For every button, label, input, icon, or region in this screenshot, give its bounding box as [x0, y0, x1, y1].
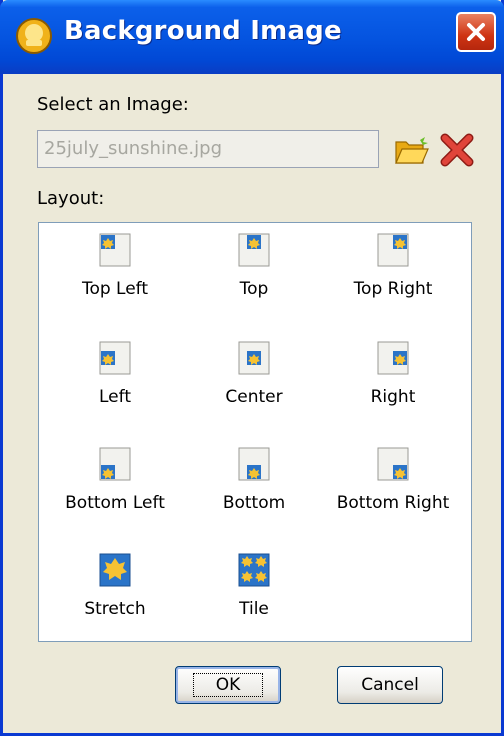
- layout-option-label: Right: [370, 387, 416, 407]
- layout-option-top-right[interactable]: Top Right: [323, 233, 463, 299]
- cancel-button[interactable]: Cancel: [337, 666, 443, 704]
- app-icon: [16, 18, 52, 54]
- layout-option-bottom-right[interactable]: Bottom Right: [323, 447, 463, 513]
- window-title: Background Image: [64, 16, 342, 46]
- align-top-left-icon: [99, 233, 131, 267]
- layout-option-stretch[interactable]: Stretch: [45, 553, 185, 619]
- layout-options-panel: Top Left Top Top Right Left Center Right…: [38, 222, 472, 642]
- layout-label: Layout:: [37, 188, 105, 209]
- close-icon: [467, 23, 485, 41]
- layout-option-label: Top Left: [81, 279, 149, 299]
- align-bottom-right-icon: [377, 447, 409, 481]
- layout-option-bottom-left[interactable]: Bottom Left: [45, 447, 185, 513]
- layout-option-tile[interactable]: Tile: [184, 553, 324, 619]
- layout-option-label: Left: [99, 387, 131, 407]
- image-path-field[interactable]: 25july_sunshine.jpg: [37, 130, 379, 168]
- layout-option-label: Top: [239, 279, 269, 299]
- layout-option-label: Bottom Right: [336, 493, 450, 513]
- tile-icon: [238, 553, 270, 587]
- align-right-icon: [377, 341, 409, 375]
- dialog-window: Background Image Select an Image: 25july…: [0, 0, 504, 736]
- select-image-label: Select an Image:: [37, 94, 189, 115]
- close-button[interactable]: [456, 12, 496, 52]
- layout-option-center[interactable]: Center: [184, 341, 324, 407]
- align-bottom-icon: [238, 447, 270, 481]
- layout-option-left[interactable]: Left: [45, 341, 185, 407]
- ok-button[interactable]: OK: [175, 666, 281, 704]
- cancel-button-label: Cancel: [361, 675, 419, 695]
- layout-option-label: Stretch: [84, 599, 146, 619]
- layout-option-top[interactable]: Top: [184, 233, 324, 299]
- align-bottom-left-icon: [99, 447, 131, 481]
- layout-option-bottom[interactable]: Bottom: [184, 447, 324, 513]
- browse-folder-icon[interactable]: [393, 133, 429, 167]
- layout-option-label: Bottom Left: [65, 493, 165, 513]
- align-top-icon: [238, 233, 270, 267]
- clear-image-icon[interactable]: [439, 133, 475, 167]
- title-bar[interactable]: Background Image: [0, 0, 504, 74]
- layout-option-label: Bottom: [222, 493, 286, 513]
- layout-option-label: Center: [225, 387, 283, 407]
- ok-button-label: OK: [192, 673, 264, 697]
- layout-option-label: Top Right: [353, 279, 433, 299]
- stretch-icon: [99, 553, 131, 587]
- layout-option-right[interactable]: Right: [323, 341, 463, 407]
- align-left-icon: [99, 341, 131, 375]
- layout-option-label: Tile: [239, 599, 269, 619]
- align-center-icon: [238, 341, 270, 375]
- layout-option-top-left[interactable]: Top Left: [45, 233, 185, 299]
- align-top-right-icon: [377, 233, 409, 267]
